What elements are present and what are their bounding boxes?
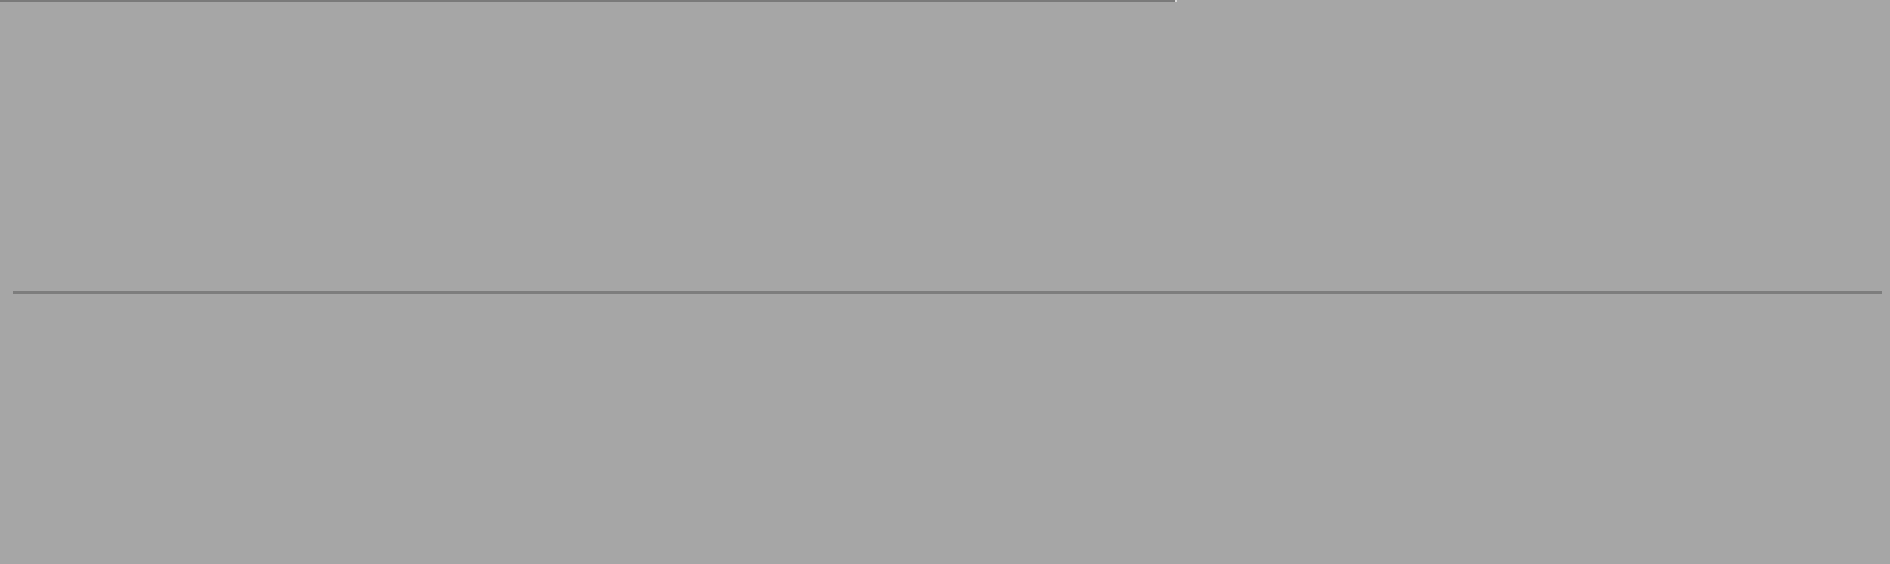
lower-pane — [0, 294, 1890, 564]
overlay-viewport — [0, 0, 1890, 564]
upper-pane — [0, 2, 1890, 290]
